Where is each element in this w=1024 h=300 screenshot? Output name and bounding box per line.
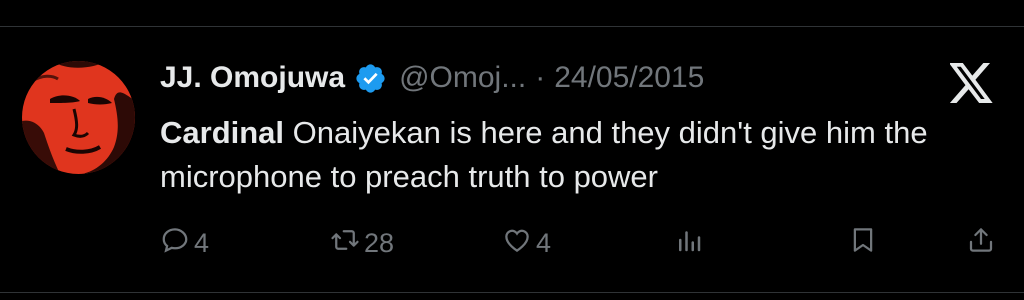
verified-badge-icon [354, 62, 387, 95]
heart-icon [502, 225, 532, 262]
action-bar: 4 28 4 [160, 225, 1000, 261]
like-button[interactable]: 4 [502, 225, 551, 261]
tweet-text: Cardinal Onaiyekan is here and they didn… [160, 111, 1010, 199]
tweet-text-bold: Cardinal [160, 115, 285, 150]
tweet-card[interactable]: JJ. Omojuwa @Omoj... · 24/05/2015 Cardin… [0, 27, 1024, 292]
views-icon [674, 225, 704, 262]
avatar[interactable] [22, 61, 135, 174]
retweet-count: 28 [364, 227, 395, 258]
tweet-header: JJ. Omojuwa @Omoj... · 24/05/2015 [160, 60, 704, 96]
separator-dot: · [535, 61, 546, 94]
share-button[interactable] [966, 225, 996, 261]
reply-icon [160, 225, 190, 262]
share-icon [966, 225, 996, 262]
bookmark-icon [848, 225, 878, 262]
author-name[interactable]: JJ. Omojuwa [160, 61, 345, 95]
retweet-icon [330, 225, 360, 262]
x-logo-icon [948, 63, 994, 103]
reply-button[interactable]: 4 [160, 225, 209, 261]
reply-count: 4 [194, 227, 210, 258]
bookmark-button[interactable] [848, 225, 878, 261]
author-handle[interactable]: @Omoj... [399, 61, 526, 95]
views-button[interactable] [674, 225, 704, 261]
tweet-date[interactable]: 24/05/2015 [554, 61, 704, 95]
bottom-divider [0, 292, 1024, 293]
like-count: 4 [536, 227, 552, 258]
retweet-button[interactable]: 28 [330, 225, 394, 261]
